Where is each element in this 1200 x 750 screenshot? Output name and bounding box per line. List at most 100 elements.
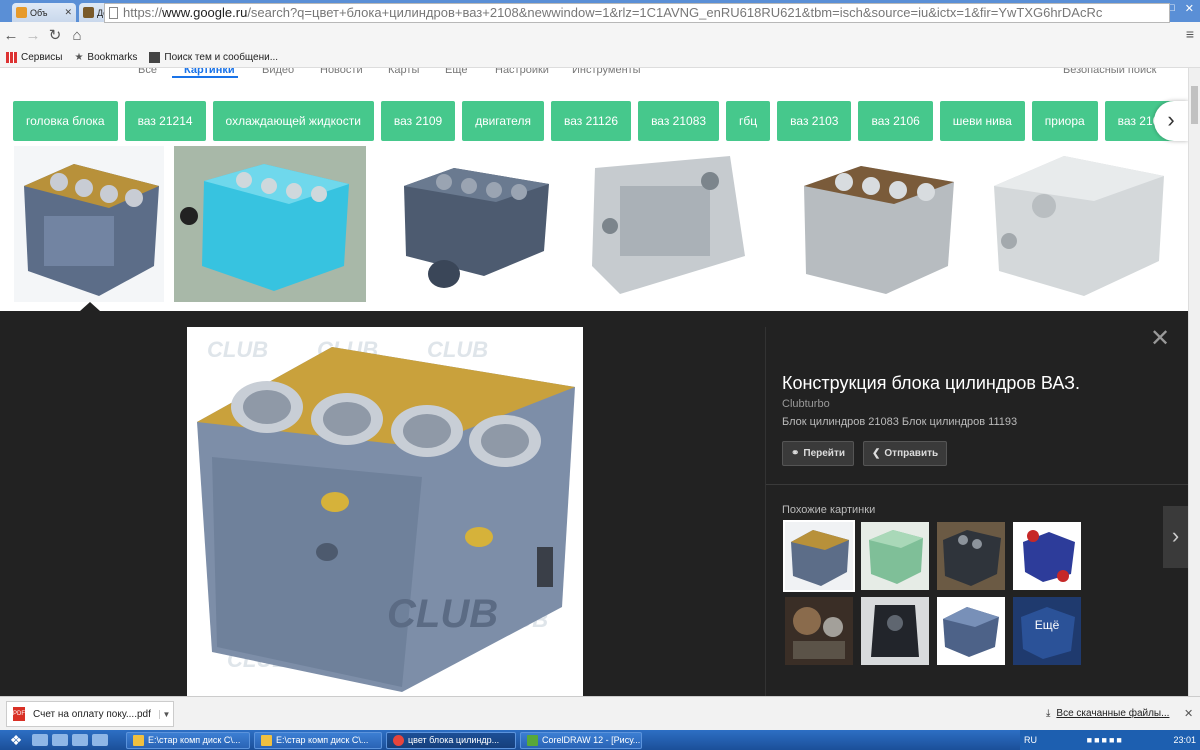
reload-icon[interactable]: ↻ — [44, 26, 66, 44]
related-image-thumbnail[interactable] — [1013, 522, 1081, 590]
related-image-thumbnail[interactable] — [937, 522, 1005, 590]
preview-image[interactable]: CLUB CLUB CLUB CLUB CLUB CLUB — [187, 327, 583, 696]
related-search-chip[interactable]: гбц — [726, 101, 771, 141]
close-shelf-icon[interactable]: ✕ — [1184, 707, 1193, 720]
taskbar-item-active[interactable]: цвет блока цилиндр... — [386, 731, 516, 749]
quicklaunch-icon[interactable] — [92, 734, 108, 746]
preview-title[interactable]: Конструкция блока цилиндров ВАЗ. — [782, 373, 1172, 394]
preview-actions: ⚭ Перейти ❮ Отправить — [782, 441, 948, 466]
visit-label: Перейти — [803, 448, 846, 459]
tab-all[interactable]: Все — [138, 68, 157, 76]
result-thumbnail[interactable] — [384, 146, 556, 302]
folder-icon — [133, 734, 144, 746]
panel-divider — [765, 327, 766, 696]
favicon-icon — [16, 7, 27, 18]
taskbar-item[interactable]: CorelDRAW 12 - [Рису... — [520, 731, 642, 749]
safe-search-link[interactable]: Безопасный поиск — [1063, 68, 1156, 76]
quicklaunch-icon[interactable] — [72, 734, 88, 746]
next-image-button[interactable]: › — [1163, 506, 1188, 568]
preview-meta: Конструкция блока цилиндров ВАЗ. Clubtur… — [782, 373, 1172, 428]
tab-news[interactable]: Новости — [320, 68, 363, 76]
result-thumbnail[interactable] — [984, 146, 1176, 302]
tab-more[interactable]: Ещё — [445, 68, 468, 76]
download-item[interactable]: PDF Счет на оплату поку....pdf ▼ — [6, 701, 174, 727]
bookmark-label: Сервисы — [21, 52, 63, 63]
related-search-chip[interactable]: головка блока — [13, 101, 118, 141]
back-icon[interactable]: ← — [0, 27, 22, 44]
tab-video[interactable]: Видео — [262, 68, 294, 76]
page-scrollbar[interactable] — [1188, 68, 1200, 696]
related-image-thumbnail[interactable] — [861, 597, 929, 665]
windows-taskbar: ❖ E:\стар комп диск C\... E:\стар комп д… — [0, 730, 1200, 750]
apps-icon — [6, 52, 17, 63]
chevron-right-icon: › — [1167, 107, 1175, 132]
browser-tab[interactable]: Объ ✕ — [12, 3, 76, 22]
bookmark-bookmarks[interactable]: ★ Bookmarks — [74, 52, 137, 63]
share-label: Отправить — [884, 448, 939, 459]
related-image-thumbnail[interactable] — [861, 522, 929, 590]
tab-images[interactable]: Картинки — [184, 68, 235, 76]
engine-block-image — [384, 146, 556, 302]
bookmark-favicon — [149, 52, 161, 63]
page-icon — [109, 7, 118, 19]
tab-maps[interactable]: Карты — [388, 68, 419, 76]
globe-icon: ⚭ — [791, 448, 800, 459]
visit-button[interactable]: ⚭ Перейти — [782, 441, 855, 466]
forward-icon[interactable]: → — [22, 27, 44, 44]
menu-icon[interactable]: ≡ — [1186, 26, 1194, 42]
related-more-button[interactable]: Ещё — [1013, 597, 1081, 665]
coreldraw-icon — [527, 734, 538, 746]
favicon-icon — [83, 7, 94, 18]
bookmark-label: Bookmarks — [87, 52, 138, 63]
result-thumbnail[interactable] — [174, 146, 366, 302]
clock[interactable]: 23:01 — [1173, 735, 1196, 745]
related-search-chip[interactable]: шеви нива — [939, 101, 1025, 141]
scrollbar-thumb[interactable] — [1191, 86, 1198, 124]
related-search-chip[interactable]: ваз 2103 — [777, 101, 852, 141]
show-all-downloads[interactable]: ⤓ Все скачанные файлы... — [1046, 708, 1169, 719]
taskbar-item[interactable]: E:\стар комп диск C\... — [126, 731, 250, 749]
bookmark-apps[interactable]: Сервисы — [6, 52, 62, 63]
related-image-thumbnail[interactable] — [783, 520, 855, 592]
watermark-text: CLUB — [387, 592, 498, 636]
bookmark-forum[interactable]: Поиск тем и сообщени... — [149, 52, 278, 63]
chips-next-button[interactable]: › — [1154, 101, 1188, 141]
related-search-chip[interactable]: ваз 2106 — [858, 101, 933, 141]
tab-settings[interactable]: Настройки — [495, 68, 549, 76]
engine-block-image — [580, 146, 752, 302]
url-host: www.google.ru — [162, 5, 248, 20]
taskbar-item-label: цвет блока цилиндр... — [408, 735, 500, 745]
result-thumbnail[interactable] — [580, 146, 752, 302]
related-search-chip[interactable]: ваз 21083 — [638, 101, 720, 141]
related-image-thumbnail[interactable] — [785, 597, 853, 665]
related-search-chip[interactable]: ваз 21126 — [550, 101, 632, 141]
show-all-label: Все скачанные файлы... — [1056, 708, 1170, 719]
address-bar[interactable]: https://www.google.ru/search?q=цвет+блок… — [104, 3, 1170, 23]
share-button[interactable]: ❮ Отправить — [863, 441, 948, 466]
language-indicator[interactable]: RU — [1024, 735, 1037, 745]
related-search-chip[interactable]: ваз 2109 — [380, 101, 456, 141]
related-image-thumbnail[interactable] — [937, 597, 1005, 665]
taskbar-item[interactable]: E:\стар комп диск C\... — [254, 731, 382, 749]
result-thumbnail-selected[interactable] — [14, 146, 164, 302]
preview-source[interactable]: Clubturbo — [782, 398, 1172, 410]
close-window-icon[interactable]: ✕ — [1185, 2, 1194, 15]
related-search-chip[interactable]: ваз 21214 — [124, 101, 206, 141]
watermark-text: CLUB — [427, 337, 488, 362]
close-icon[interactable]: ✕ — [1150, 327, 1170, 351]
engine-block-image — [937, 522, 1005, 590]
star-icon: ★ — [74, 52, 84, 63]
related-search-chip[interactable]: двигателя — [462, 101, 544, 141]
home-icon[interactable]: ⌂ — [66, 27, 88, 44]
result-thumbnail[interactable] — [776, 146, 968, 302]
url-scheme: https:// — [123, 5, 163, 20]
chevron-down-icon[interactable]: ▼ — [159, 709, 173, 719]
tab-tools[interactable]: Инструменты — [572, 68, 641, 76]
tray-icons[interactable]: ■■■■■ — [1087, 735, 1124, 745]
close-tab-icon[interactable]: ✕ — [64, 7, 72, 18]
start-button[interactable]: ❖ — [0, 730, 32, 750]
related-search-chip[interactable]: охлаждающей жидкости — [212, 101, 374, 141]
quicklaunch-icon[interactable] — [52, 734, 68, 746]
related-search-chip[interactable]: приора — [1031, 101, 1098, 141]
quicklaunch-icon[interactable] — [32, 734, 48, 746]
